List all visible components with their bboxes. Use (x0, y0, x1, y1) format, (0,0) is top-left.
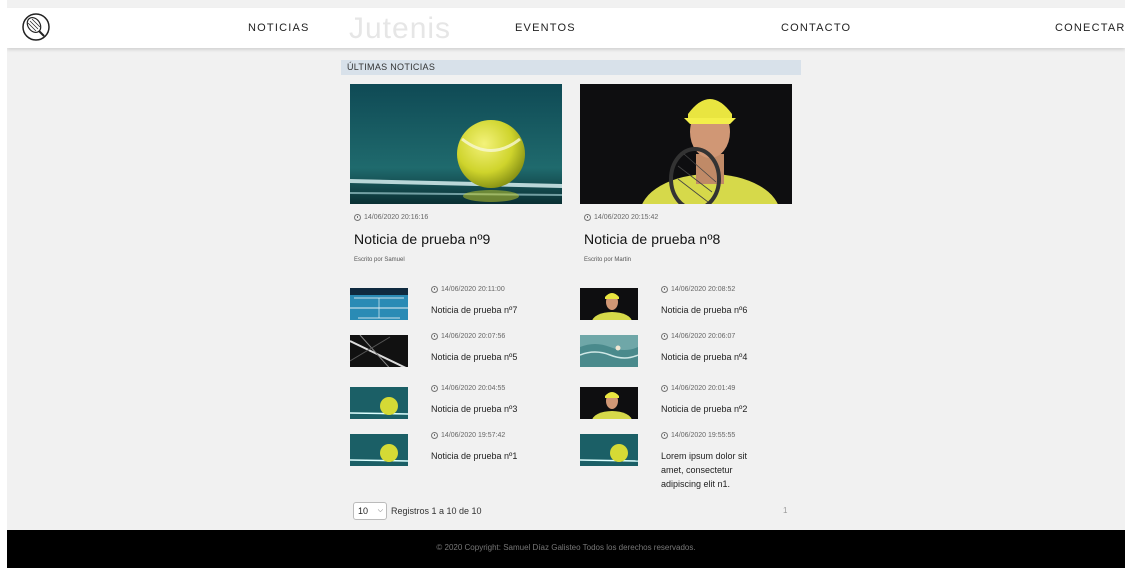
clock-icon (661, 286, 668, 293)
news-title[interactable]: Noticia de prueba nº2 (661, 402, 771, 416)
news-date: 14/06/2020 19:57:42 (431, 432, 505, 439)
list-item[interactable]: 14/06/2020 20:01:49 Noticia de prueba nº… (580, 385, 792, 425)
page-number-link[interactable]: 1 (783, 506, 787, 515)
news-date: 14/06/2020 20:11:00 (431, 286, 505, 293)
news-title[interactable]: Noticia de prueba nº9 (354, 231, 562, 247)
navbar: Jutenis NOTICIAS EVENTOS CONTACTO CONECT… (7, 8, 1125, 48)
news-thumbnail-player-portrait[interactable] (580, 387, 638, 419)
tennis-racket-logo-icon[interactable] (21, 12, 51, 42)
news-date: 14/06/2020 20:01:49 (661, 385, 735, 392)
news-date-text: 14/06/2020 19:55:55 (671, 432, 736, 439)
clock-icon (431, 432, 438, 439)
clock-icon (354, 214, 361, 221)
news-date: 14/06/2020 20:07:56 (431, 333, 505, 340)
footer-copyright: © 2020 Copyright: Samuel Díaz Galisteo T… (436, 543, 696, 552)
news-thumbnail-court[interactable] (350, 288, 408, 320)
records-info: Registros 1 a 10 de 10 (391, 506, 482, 516)
clock-icon (431, 333, 438, 340)
list-item[interactable]: 14/06/2020 19:57:42 Noticia de prueba nº… (350, 432, 562, 472)
list-item[interactable]: 14/06/2020 20:11:00 Noticia de prueba nº… (350, 286, 562, 326)
news-image-player-portrait[interactable] (580, 84, 792, 204)
page: Jutenis NOTICIAS EVENTOS CONTACTO CONECT… (7, 0, 1125, 568)
news-date-text: 14/06/2020 20:08:52 (671, 286, 736, 293)
news-author: Escrito por Martin (584, 257, 632, 263)
per-page-value: 10 (358, 506, 369, 516)
list-item[interactable]: 14/06/2020 20:07:56 Noticia de prueba nº… (350, 333, 562, 373)
news-date: 14/06/2020 20:08:52 (661, 286, 735, 293)
nav-item-eventos[interactable]: EVENTOS (515, 22, 576, 34)
news-thumbnail-tennis-ball[interactable] (350, 434, 408, 466)
chevron-down-icon: ⌵ (377, 507, 383, 514)
news-title[interactable]: Noticia de prueba nº1 (431, 449, 541, 463)
news-date-text: 14/06/2020 20:11:00 (441, 286, 505, 293)
featured-news-card[interactable]: 14/06/2020 20:15:42 Noticia de prueba nº… (580, 84, 792, 263)
news-author: Escrito por Samuel (354, 257, 405, 263)
news-title[interactable]: Noticia de prueba nº3 (431, 402, 541, 416)
nav-item-conectar[interactable]: CONECTAR (1055, 22, 1125, 34)
clock-icon (661, 432, 668, 439)
news-title[interactable]: Noticia de prueba nº6 (661, 303, 771, 317)
news-date-text: 14/06/2020 19:57:42 (441, 432, 506, 439)
clock-icon (661, 385, 668, 392)
news-date: 14/06/2020 20:04:55 (431, 385, 505, 392)
clock-icon (584, 214, 591, 221)
news-date: 14/06/2020 19:55:55 (661, 432, 735, 439)
news-title[interactable]: Lorem ipsum dolor sit amet, consectetur … (661, 449, 771, 491)
list-item[interactable]: 14/06/2020 20:04:55 Noticia de prueba nº… (350, 385, 562, 425)
news-date-text: 14/06/2020 20:06:07 (671, 333, 736, 340)
news-thumbnail-player-portrait[interactable] (580, 288, 638, 320)
news-thumbnail-tennis-ball[interactable] (350, 387, 408, 419)
news-title[interactable]: Noticia de prueba nº7 (431, 303, 541, 317)
clock-icon (431, 286, 438, 293)
nav-item-noticias[interactable]: NOTICIAS (248, 22, 310, 34)
news-date-text: 14/06/2020 20:16:16 (364, 214, 429, 221)
news-date-text: 14/06/2020 20:01:49 (671, 385, 736, 392)
news-date: 14/06/2020 20:15:42 (584, 214, 792, 221)
section-title: ÚLTIMAS NOTICIAS (341, 60, 801, 75)
clock-icon (431, 385, 438, 392)
news-date-text: 14/06/2020 20:07:56 (441, 333, 506, 340)
news-title[interactable]: Noticia de prueba nº8 (584, 231, 792, 247)
clock-icon (661, 333, 668, 340)
list-item[interactable]: 14/06/2020 19:55:55 Lorem ipsum dolor si… (580, 432, 792, 492)
footer: © 2020 Copyright: Samuel Díaz Galisteo T… (7, 530, 1125, 568)
news-thumbnail-net-closeup[interactable] (350, 335, 408, 367)
nav-item-contacto[interactable]: CONTACTO (781, 22, 851, 34)
news-thumbnail-tennis-ball[interactable] (580, 434, 638, 466)
news-thumbnail-water[interactable] (580, 335, 638, 367)
news-date-text: 14/06/2020 20:04:55 (441, 385, 506, 392)
news-date: 14/06/2020 20:16:16 (354, 214, 562, 221)
news-title[interactable]: Noticia de prueba nº5 (431, 350, 541, 364)
brand-watermark: Jutenis (349, 12, 452, 45)
list-item[interactable]: 14/06/2020 20:08:52 Noticia de prueba nº… (580, 286, 792, 326)
per-page-select[interactable]: 10 ⌵ (353, 502, 387, 520)
featured-news-card[interactable]: 14/06/2020 20:16:16 Noticia de prueba nº… (350, 84, 562, 263)
news-date-text: 14/06/2020 20:15:42 (594, 214, 659, 221)
news-date: 14/06/2020 20:06:07 (661, 333, 735, 340)
list-item[interactable]: 14/06/2020 20:06:07 Noticia de prueba nº… (580, 333, 792, 373)
news-title[interactable]: Noticia de prueba nº4 (661, 350, 771, 364)
news-image-tennis-ball[interactable] (350, 84, 562, 204)
